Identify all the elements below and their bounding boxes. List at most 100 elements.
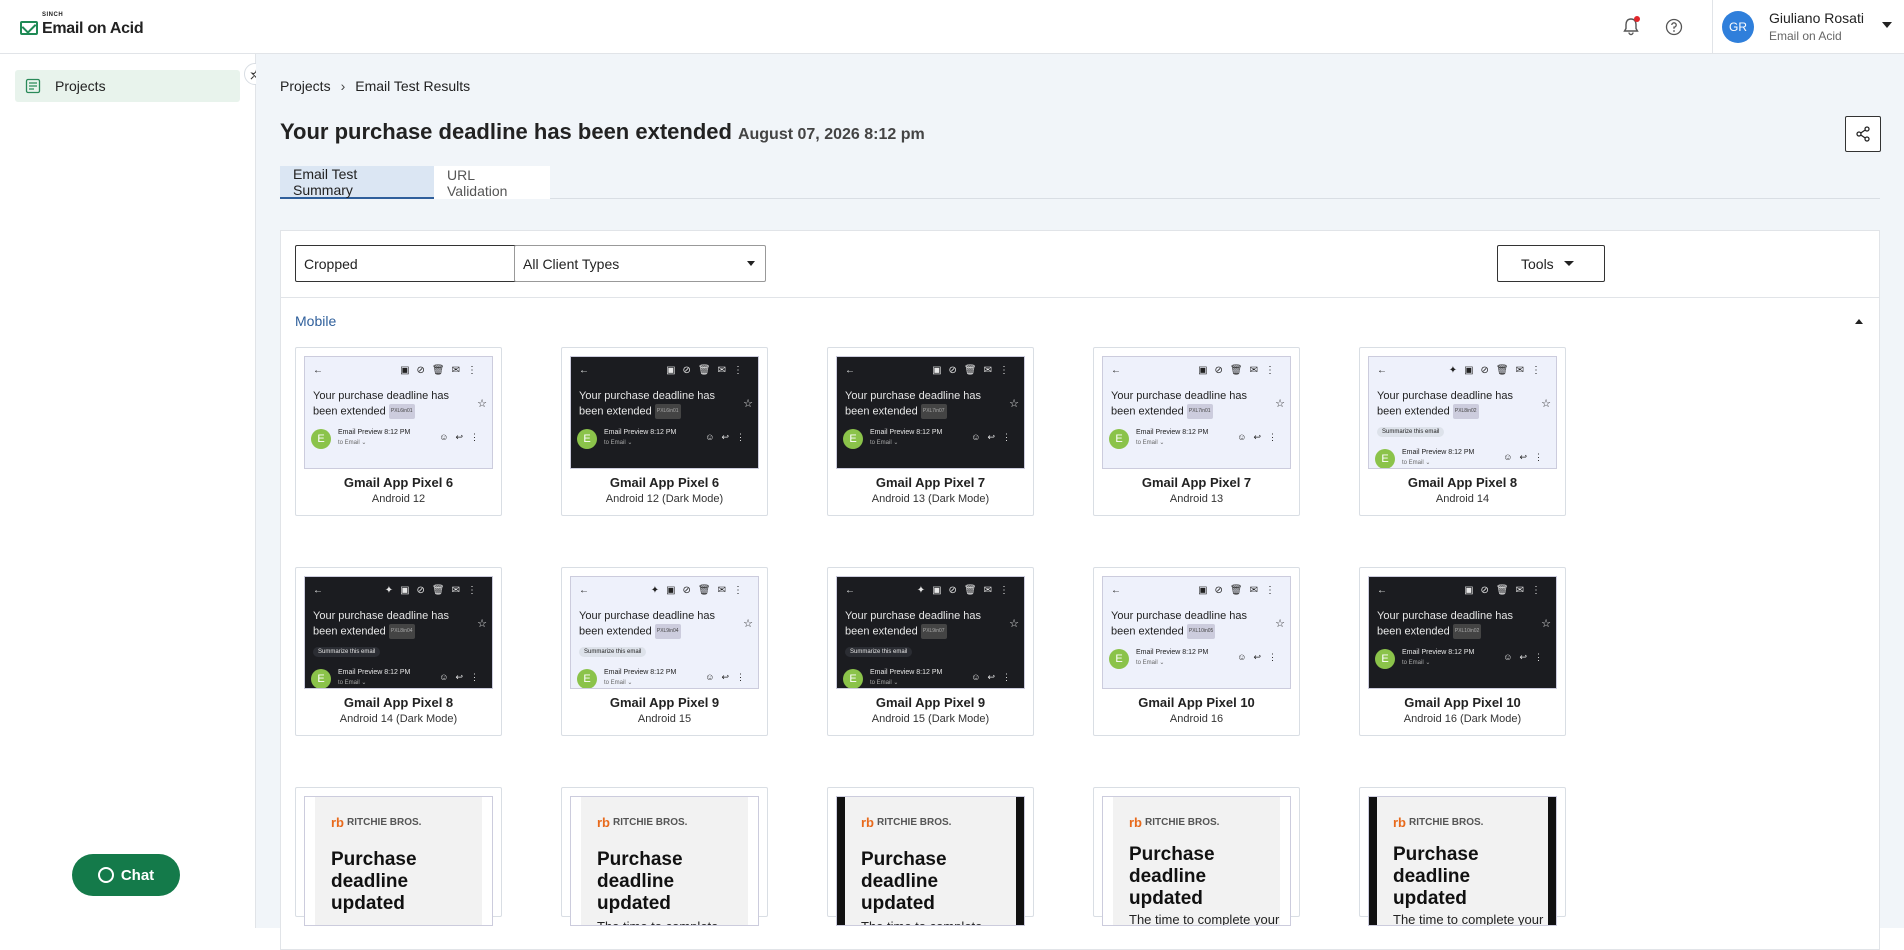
client-os: Android 15 (637, 713, 692, 725)
tab-email-test-summary[interactable]: Email Test Summary (280, 166, 434, 199)
recipient: to Email ⌄ (604, 440, 633, 446)
client-card[interactable]: ← ▣⊘🗑✉⋮ Your purchase deadline has been ex… (295, 347, 502, 516)
gmail-action-icons: ▣⊘🗑✉⋮ (932, 365, 1016, 376)
back-arrow-icon: ← (1111, 585, 1121, 596)
recipient: to Email ⌄ (1136, 440, 1165, 446)
email-screenshot-thumbnail[interactable]: ← ▣⊘🗑✉⋮ Your purchase deadline has been ex… (570, 356, 759, 469)
user-avatar[interactable]: GR (1722, 11, 1754, 43)
email-subject: Your purchase deadline has been extended… (313, 610, 449, 639)
email-subject: Your purchase deadline has been extended… (1111, 610, 1247, 639)
client-os: Android 13 (Dark Mode) (871, 493, 990, 505)
client-os: Android 12 (371, 493, 426, 505)
view-mode-value: Cropped (304, 255, 358, 272)
email-screenshot-thumbnail[interactable]: rb RITCHIE BROS. Purchase deadline updated… (1102, 796, 1291, 926)
client-card[interactable]: ← ▣⊘🗑✉⋮ Your purchase deadline has been ex… (1093, 347, 1300, 516)
breadcrumb-projects-link[interactable]: Projects (280, 78, 331, 94)
tab-url-validation[interactable]: URL Validation (434, 166, 550, 199)
client-card[interactable]: ← ▣⊘🗑✉⋮ Your purchase deadline has been ex… (1359, 567, 1566, 736)
gmail-action-icons: ✦▣⊘🗑✉⋮ (1448, 365, 1548, 376)
client-card[interactable]: ← ✦▣⊘🗑✉⋮ Your purchase deadline has been e… (827, 567, 1034, 736)
reply-actions-icon: ☺↩⋮ (971, 672, 1018, 682)
client-card[interactable]: ← ✦▣⊘🗑✉⋮ Your purchase deadline has been e… (1359, 347, 1566, 516)
user-menu-caret-icon[interactable] (1882, 22, 1892, 28)
promo-body-text: The time to complete your (1393, 912, 1544, 926)
email-screenshot-thumbnail[interactable]: ← ▣⊘🗑✉⋮ Your purchase deadline has been ex… (1368, 576, 1557, 689)
help-icon[interactable] (1663, 16, 1685, 38)
gmail-toolbar: ← ▣⊘🗑✉⋮ (845, 365, 1016, 379)
sender-row: E Email Preview 8:12 PM to Email ⌄ ☺↩⋮ (1109, 429, 1286, 451)
client-name: Gmail App Pixel 10 (1404, 695, 1521, 710)
star-icon: ☆ (1009, 398, 1019, 410)
email-screenshot-thumbnail[interactable]: ← ▣⊘🗑✉⋮ Your purchase deadline has been ex… (836, 356, 1025, 469)
gmail-toolbar: ← ▣⊘🗑✉⋮ (1111, 585, 1282, 599)
page-title-row: Your purchase deadline has been extended… (280, 119, 925, 145)
reply-actions-icon: ☺↩⋮ (1503, 652, 1550, 662)
gmail-toolbar: ← ▣⊘🗑✉⋮ (1377, 585, 1548, 599)
logo-text: RITCHIE BROS. (877, 817, 952, 828)
email-subject: Your purchase deadline has been extended… (845, 390, 981, 419)
client-card[interactable]: rb RITCHIE BROS. Purchase deadline updated (295, 787, 502, 926)
email-screenshot-thumbnail[interactable]: ← ✦▣⊘🗑✉⋮ Your purchase deadline has been e… (304, 576, 493, 689)
client-type-select[interactable]: All Client Types (514, 245, 766, 282)
email-screenshot-thumbnail[interactable]: ← ✦▣⊘🗑✉⋮ Your purchase deadline has been e… (1368, 356, 1557, 469)
email-screenshot-thumbnail[interactable]: rb RITCHIE BROS. Purchase deadline updated… (570, 796, 759, 926)
email-screenshot-thumbnail[interactable]: rb RITCHIE BROS. Purchase deadline updated… (836, 796, 1025, 926)
back-arrow-icon: ← (313, 585, 323, 596)
sender-name: Email Preview 8:12 PM (338, 669, 411, 676)
view-mode-select[interactable]: Cropped (295, 245, 549, 282)
email-screenshot-thumbnail[interactable]: ← ▣⊘🗑✉⋮ Your purchase deadline has been ex… (304, 356, 493, 469)
sender-name: Email Preview 8:12 PM (870, 429, 943, 436)
email-screenshot-thumbnail[interactable]: rb RITCHIE BROS. Purchase deadline updated… (1368, 796, 1557, 926)
client-os: Android 15 (Dark Mode) (871, 713, 990, 725)
client-card[interactable]: rb RITCHIE BROS. Purchase deadline updated… (827, 787, 1034, 926)
sender-avatar: E (577, 669, 597, 688)
email-screenshot-thumbnail[interactable]: rb RITCHIE BROS. Purchase deadline updated (304, 796, 493, 926)
email-screenshot-thumbnail[interactable]: ← ▣⊘🗑✉⋮ Your purchase deadline has been ex… (1102, 356, 1291, 469)
email-screenshot-thumbnail[interactable]: ← ✦▣⊘🗑✉⋮ Your purchase deadline has been e… (570, 576, 759, 689)
device-tag: PXL6in01 (654, 404, 681, 419)
notifications-bell-icon[interactable] (1620, 16, 1642, 38)
mail-logo-icon (20, 21, 38, 35)
gmail-action-icons: ▣⊘🗑✉⋮ (666, 365, 750, 376)
client-card[interactable]: rb RITCHIE BROS. Purchase deadline updated… (1359, 787, 1566, 926)
tools-dropdown-button[interactable]: Tools (1497, 245, 1605, 282)
client-card[interactable]: ← ✦▣⊘🗑✉⋮ Your purchase deadline has been e… (295, 567, 502, 736)
ritchie-bros-logo: rb RITCHIE BROS. (1129, 815, 1219, 830)
client-name: Gmail App Pixel 9 (609, 695, 720, 710)
promo-headline: Purchase deadline updated (1393, 844, 1479, 909)
sidebar-item-projects[interactable]: Projects (15, 70, 240, 102)
sender-name: Email Preview 8:12 PM (1136, 649, 1209, 656)
logo-brand-text: Email on Acid (42, 20, 144, 37)
chat-button[interactable]: Chat (72, 854, 180, 896)
section-title-mobile[interactable]: Mobile (295, 313, 336, 329)
client-card[interactable]: rb RITCHIE BROS. Purchase deadline updated… (1093, 787, 1300, 926)
device-tag: PXL6in01 (388, 404, 415, 419)
collapse-caret-icon[interactable] (1855, 319, 1863, 324)
results-panel: Cropped All Client Types Tools Mobile ← ▣… (280, 230, 1880, 950)
email-screenshot-thumbnail[interactable]: ← ▣⊘🗑✉⋮ Your purchase deadline has been ex… (1102, 576, 1291, 689)
recipient: to Email ⌄ (1402, 460, 1431, 466)
client-card[interactable]: ← ▣⊘🗑✉⋮ Your purchase deadline has been ex… (561, 347, 768, 516)
client-card[interactable]: rb RITCHIE BROS. Purchase deadline updated… (561, 787, 768, 926)
sender-avatar: E (577, 429, 597, 449)
email-on-acid-logo[interactable]: SINCH Email on Acid (20, 12, 144, 38)
share-button[interactable] (1845, 116, 1881, 152)
logo-text: RITCHIE BROS. (347, 817, 422, 828)
gmail-toolbar: ← ▣⊘🗑✉⋮ (579, 365, 750, 379)
breadcrumb-current: Email Test Results (355, 78, 471, 94)
client-os: Android 16 (1169, 713, 1224, 725)
sender-avatar: E (1109, 429, 1129, 449)
email-screenshot-thumbnail[interactable]: ← ✦▣⊘🗑✉⋮ Your purchase deadline has been e… (836, 576, 1025, 689)
promo-body-text: The time to complete (861, 919, 982, 925)
email-body: rb RITCHIE BROS. Purchase deadline updated… (581, 797, 748, 925)
email-subject: Your purchase deadline has been extended… (579, 390, 715, 419)
sender-row: E Email Preview 8:12 PM to Email ⌄ ☺↩⋮ (1375, 449, 1552, 468)
back-arrow-icon: ← (579, 585, 589, 596)
ritchie-bros-logo: rb RITCHIE BROS. (1393, 815, 1483, 830)
client-card[interactable]: ← ✦▣⊘🗑✉⋮ Your purchase deadline has been e… (561, 567, 768, 736)
client-card[interactable]: ← ▣⊘🗑✉⋮ Your purchase deadline has been ex… (1093, 567, 1300, 736)
client-card[interactable]: ← ▣⊘🗑✉⋮ Your purchase deadline has been ex… (827, 347, 1034, 516)
device-tag: PXL10in02 (1452, 624, 1482, 639)
breadcrumb-chevron-icon: › (340, 78, 346, 94)
user-name[interactable]: Giuliano Rosati (1769, 10, 1864, 26)
